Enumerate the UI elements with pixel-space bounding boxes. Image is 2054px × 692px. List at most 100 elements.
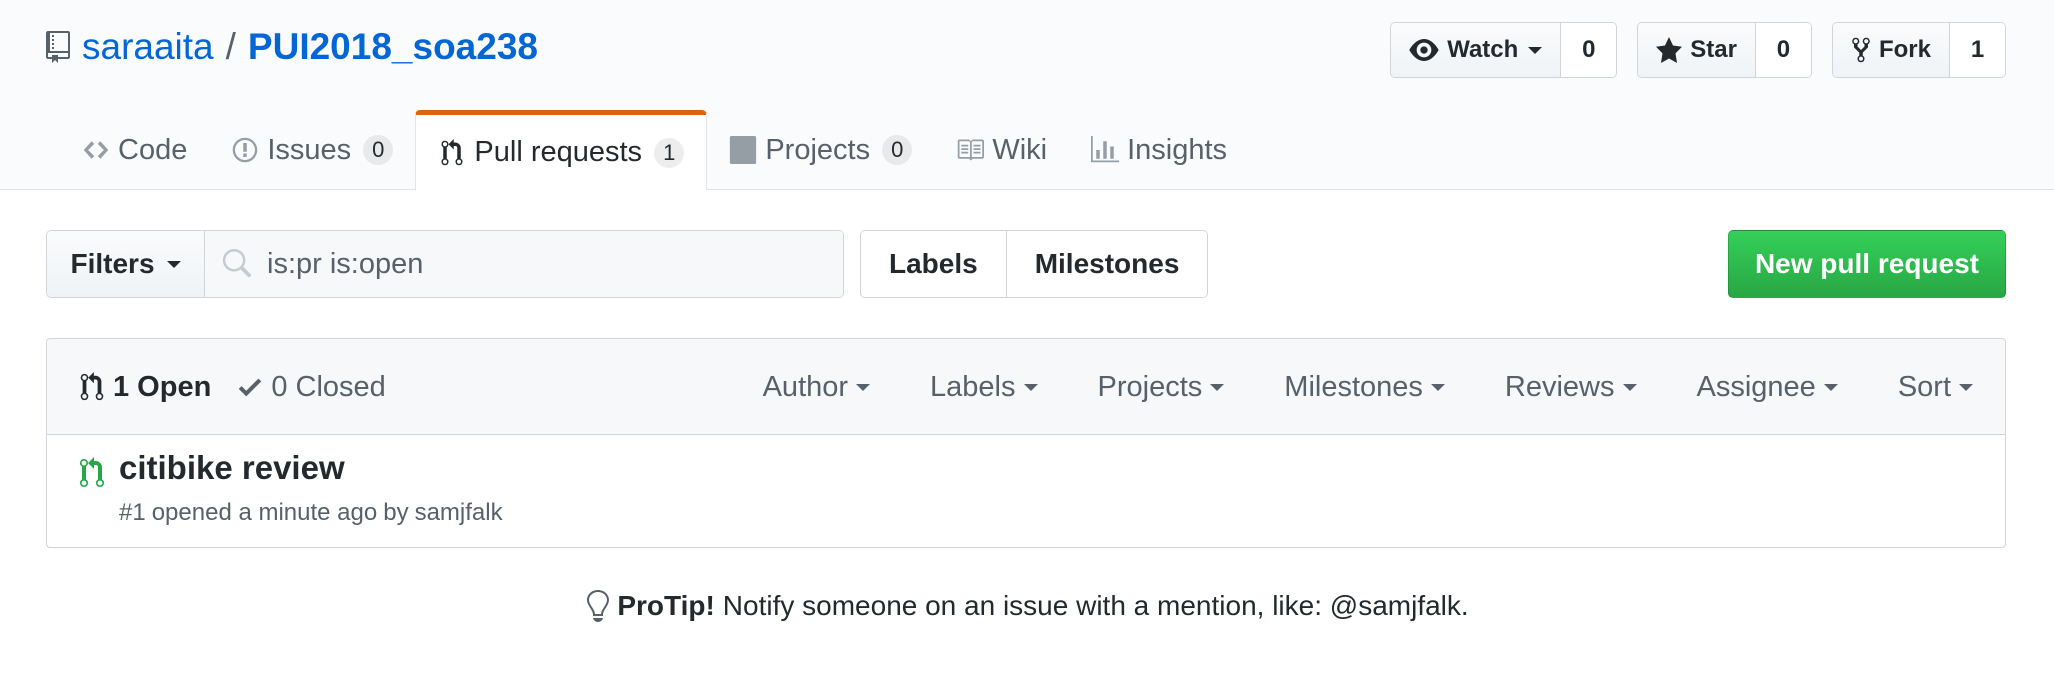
tab-projects[interactable]: Projects 0 [707, 110, 934, 190]
pull-request-opened-time: opened a minute ago [151, 499, 378, 526]
watch-button[interactable]: Watch [1391, 23, 1561, 77]
open-filter[interactable]: 1 Open [79, 371, 211, 404]
watch-label: Watch [1447, 36, 1519, 63]
issues-count-badge: 0 [363, 135, 394, 165]
open-count-label: 1 Open [113, 370, 212, 403]
sort-menu[interactable]: Sort [1898, 371, 1973, 404]
eye-icon [1409, 39, 1439, 61]
protip-label: ProTip! [617, 590, 715, 621]
tab-insights[interactable]: Insights [1069, 110, 1249, 190]
chevron-down-icon [1430, 383, 1445, 391]
projects-menu[interactable]: Projects [1098, 371, 1225, 404]
light-bulb-icon [587, 590, 610, 622]
tab-wiki[interactable]: Wiki [934, 110, 1069, 190]
project-icon [730, 136, 757, 164]
labels-menu[interactable]: Labels [930, 370, 1038, 404]
new-pull-request-button[interactable]: New pull request [1727, 230, 2006, 298]
open-pull-request-icon [80, 457, 104, 487]
chevron-down-icon [856, 383, 871, 391]
chevron-down-icon [1823, 383, 1838, 391]
sort-menu-label: Sort [1897, 370, 1951, 403]
fork-group: Fork 1 [1831, 22, 2006, 78]
filters-search-group: Filters [46, 230, 844, 298]
pull-request-author-link[interactable]: samjfalk [415, 499, 503, 527]
repo-nav: Code Issues 0 Pull requests 1 Projects 0 [60, 110, 1249, 191]
projects-menu-label: Projects [1097, 370, 1203, 403]
milestones-button[interactable]: Milestones [1005, 231, 1208, 297]
graph-icon [1091, 136, 1120, 163]
labels-milestones-group: Labels Milestones [860, 230, 1209, 298]
star-count[interactable]: 0 [1754, 23, 1811, 77]
pr-toolbar: Filters Labels Milestones New pull reque… [46, 230, 2006, 298]
list-header: 1 Open 0 Closed Author Labels Projects M… [47, 339, 2005, 435]
check-icon [239, 378, 262, 397]
pull-request-list: 1 Open 0 Closed Author Labels Projects M… [46, 338, 2006, 548]
star-group: Star 0 [1637, 22, 1812, 78]
tab-projects-label: Projects [765, 133, 871, 166]
author-menu-label: Author [762, 370, 849, 403]
labels-menu-label: Labels [930, 370, 1016, 403]
repo-actions: Watch 0 Star 0 Fork 1 [1390, 22, 2006, 78]
sort-menus: Author Labels Projects Milestones Review… [763, 339, 1973, 435]
chevron-down-icon [1023, 383, 1038, 391]
watch-group: Watch 0 [1390, 22, 1618, 78]
pull-request-meta: #1 opened a minute ago by samjfalk [119, 499, 503, 527]
issue-opened-icon [233, 137, 258, 163]
tab-pull-requests[interactable]: Pull requests 1 [415, 110, 708, 191]
tab-pull-requests-label: Pull requests [474, 136, 643, 168]
search-input[interactable] [267, 247, 767, 281]
projects-count-badge: 0 [882, 135, 913, 165]
git-pull-request-icon [441, 138, 463, 165]
chevron-down-icon [166, 260, 181, 268]
star-icon [1656, 37, 1683, 63]
star-button[interactable]: Star [1638, 23, 1755, 77]
chevron-down-icon [1959, 383, 1973, 391]
repo-name-link[interactable]: PUI2018_soa238 [248, 26, 538, 68]
reviews-menu[interactable]: Reviews [1505, 371, 1637, 404]
repo-owner-link[interactable]: saraaita [82, 26, 214, 68]
repo-header: saraaita / PUI2018_soa238 Watch 0 Star 0 [0, 0, 2054, 191]
git-pull-request-icon [80, 372, 104, 401]
protip-text: Notify someone on an issue with a mentio… [722, 590, 1469, 621]
tab-insights-label: Insights [1127, 133, 1228, 166]
chevron-down-icon [1528, 46, 1543, 54]
assignee-menu[interactable]: Assignee [1697, 371, 1838, 404]
repo-icon [46, 31, 70, 63]
chevron-down-icon [1210, 383, 1225, 391]
tab-issues[interactable]: Issues 0 [209, 110, 415, 190]
labels-button[interactable]: Labels [861, 231, 1006, 297]
fork-count[interactable]: 1 [1949, 23, 2005, 77]
fork-button[interactable]: Fork [1832, 23, 1949, 77]
tab-code[interactable]: Code [60, 110, 209, 190]
fork-icon [1852, 37, 1870, 63]
chevron-down-icon [1622, 383, 1637, 391]
milestones-menu-label: Milestones [1284, 370, 1423, 403]
closed-count-label: 0 Closed [271, 370, 386, 403]
search-box [205, 231, 843, 297]
star-label: Star [1690, 36, 1737, 63]
assignee-menu-label: Assignee [1696, 370, 1816, 403]
filters-label: Filters [70, 248, 155, 279]
repo-path-separator: / [225, 26, 236, 67]
list-item: citibike review #1 opened a minute ago b… [47, 435, 2005, 547]
book-icon [958, 139, 985, 161]
pull-request-title-link[interactable]: citibike review [119, 449, 345, 487]
tab-code-label: Code [118, 133, 188, 166]
tab-issues-label: Issues [267, 133, 352, 166]
filters-button[interactable]: Filters [47, 231, 205, 297]
search-icon [222, 249, 251, 278]
tab-wiki-label: Wiki [992, 133, 1048, 166]
fork-label: Fork [1878, 36, 1931, 63]
state-filters: 1 Open 0 Closed [79, 339, 386, 435]
pull-request-by: by [383, 499, 409, 526]
code-icon [83, 141, 109, 159]
closed-filter[interactable]: 0 Closed [237, 370, 386, 404]
milestones-menu[interactable]: Milestones [1284, 371, 1445, 404]
pull-requests-count-badge: 1 [654, 137, 685, 168]
repo-title: saraaita / PUI2018_soa238 [44, 22, 538, 72]
author-menu[interactable]: Author [762, 370, 871, 404]
reviews-menu-label: Reviews [1504, 370, 1615, 403]
pull-request-number: #1 [119, 499, 146, 526]
protip: ProTip! Notify someone on an issue with … [0, 590, 2054, 622]
watch-count[interactable]: 0 [1560, 23, 1617, 77]
